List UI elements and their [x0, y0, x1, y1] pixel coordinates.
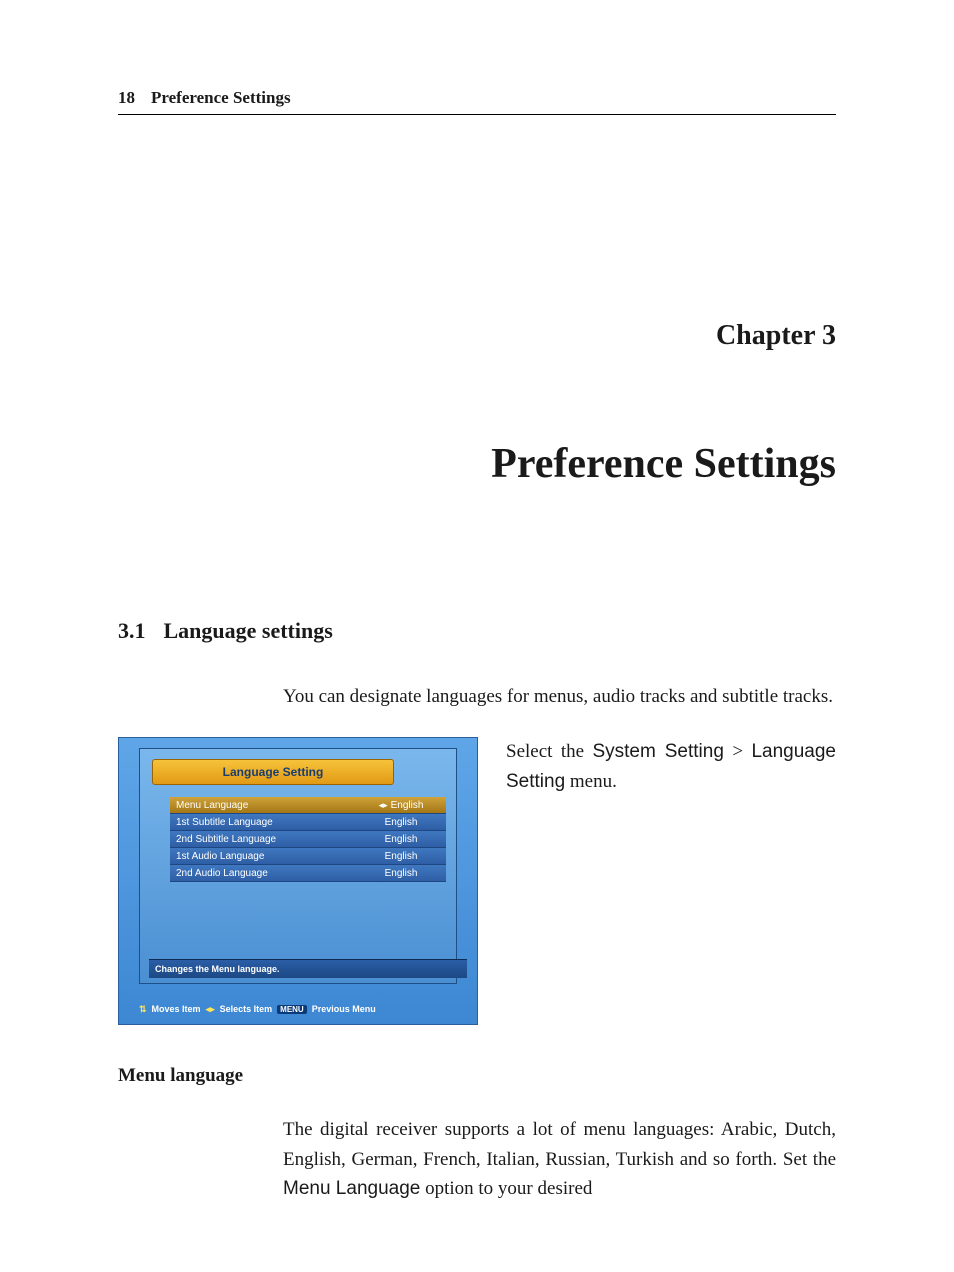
osd-value[interactable]: English [356, 848, 446, 865]
chapter-label: Chapter 3 [118, 320, 836, 352]
section-title: Language settings [164, 618, 333, 644]
osd-row-menu-language[interactable]: Menu Language ◂▸ English [170, 797, 446, 814]
osd-label: Menu Language [170, 797, 356, 814]
section-number: 3.1 [118, 618, 146, 644]
option-name-menu-language: Menu Language [283, 1178, 420, 1199]
osd-value-text: English [391, 800, 424, 811]
osd-row-2nd-audio[interactable]: 2nd Audio Language English [170, 865, 446, 882]
osd-panel: Language Setting Menu Language ◂▸ Englis… [139, 748, 457, 984]
subsection-heading-menu-language: Menu language [118, 1065, 836, 1087]
hint-moves: Moves Item [152, 1004, 201, 1014]
menu-key-icon: MENU [277, 1005, 307, 1014]
body-text: option to your desired [420, 1178, 592, 1199]
osd-row-1st-subtitle[interactable]: 1st Subtitle Language English [170, 814, 446, 831]
osd-value[interactable]: ◂▸ English [356, 797, 446, 814]
up-down-arrows-icon: ⇅ [139, 1005, 147, 1014]
osd-label: 2nd Subtitle Language [170, 831, 356, 848]
subsection-body: The digital receiver supports a lot of m… [283, 1115, 836, 1203]
osd-titlebar: Language Setting [152, 759, 394, 785]
section-heading: 3.1 Language settings [118, 618, 836, 644]
osd-label: 1st Audio Language [170, 848, 356, 865]
side-text-tail: menu. [565, 771, 617, 792]
running-header: 18 Preference Settings [118, 88, 836, 115]
hint-previous: Previous Menu [312, 1004, 376, 1014]
osd-hint-bar: ⇅ Moves Item ◂▸ Selects Item MENU Previo… [139, 1004, 457, 1014]
osd-value[interactable]: English [356, 865, 446, 882]
left-right-arrows-icon: ◂▸ [206, 1005, 215, 1014]
language-setting-screenshot: Language Setting Menu Language ◂▸ Englis… [118, 737, 478, 1025]
osd-row-1st-audio[interactable]: 1st Audio Language English [170, 848, 446, 865]
side-text-lead: Select the [506, 741, 592, 762]
osd-label: 2nd Audio Language [170, 865, 356, 882]
hint-selects: Selects Item [220, 1004, 273, 1014]
page-number: 18 [118, 88, 135, 108]
osd-row-2nd-subtitle[interactable]: 2nd Subtitle Language English [170, 831, 446, 848]
osd-value[interactable]: English [356, 814, 446, 831]
chapter-title: Preference Settings [118, 440, 836, 488]
menu-path-system-setting: System Setting [592, 741, 723, 762]
running-title: Preference Settings [151, 88, 291, 108]
body-text: The digital receiver supports a lot of m… [283, 1119, 836, 1169]
figure-side-text: Select the System Setting > Language Set… [506, 737, 836, 796]
osd-status-bar: Changes the Menu language. [149, 959, 467, 978]
osd-settings-table: Menu Language ◂▸ English 1st Subtitle La… [170, 797, 446, 882]
section-intro: You can designate languages for menus, a… [283, 682, 836, 711]
osd-label: 1st Subtitle Language [170, 814, 356, 831]
left-right-arrows-icon: ◂▸ [379, 801, 388, 810]
osd-value[interactable]: English [356, 831, 446, 848]
greater-than-icon: > [724, 741, 752, 762]
